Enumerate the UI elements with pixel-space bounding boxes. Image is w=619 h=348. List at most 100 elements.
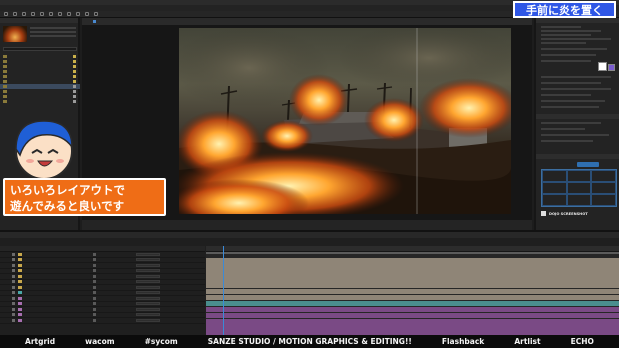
project-tab[interactable]	[0, 18, 78, 23]
work-area-bar[interactable]	[206, 252, 619, 254]
label-color-swatch[interactable]	[18, 318, 22, 322]
visibility-eye-icon[interactable]	[12, 302, 15, 306]
timeline-tracks[interactable]	[206, 246, 619, 337]
visibility-eye-icon[interactable]	[12, 252, 15, 256]
label-color-swatch[interactable]	[73, 55, 76, 58]
label-color-swatch[interactable]	[73, 70, 76, 73]
parent-select[interactable]	[136, 291, 160, 295]
layer-duration-bar[interactable]	[206, 270, 619, 276]
layer-duration-bar[interactable]	[206, 276, 619, 282]
label-color-swatch[interactable]	[18, 291, 22, 295]
fill-color-swatch[interactable]	[598, 62, 607, 71]
label-color-swatch[interactable]	[73, 65, 76, 68]
layer-duration-bar[interactable]	[206, 300, 619, 307]
switch-icon[interactable]	[93, 274, 96, 278]
visibility-eye-icon[interactable]	[12, 318, 15, 322]
label-color-swatch[interactable]	[73, 85, 76, 88]
camera-tool-icon[interactable]	[40, 12, 44, 16]
visibility-eye-icon[interactable]	[12, 285, 15, 289]
switch-icon[interactable]	[93, 280, 96, 284]
pen-tool-icon[interactable]	[67, 12, 71, 16]
puppet-tool-icon[interactable]	[94, 12, 98, 16]
label-color-swatch[interactable]	[73, 90, 76, 93]
pan-behind-tool-icon[interactable]	[49, 12, 53, 16]
switch-icon[interactable]	[93, 296, 96, 300]
playhead[interactable]	[223, 246, 224, 337]
label-color-swatch[interactable]	[73, 95, 76, 98]
label-color-swatch[interactable]	[18, 258, 22, 262]
label-color-swatch[interactable]	[18, 280, 22, 284]
visibility-eye-icon[interactable]	[12, 313, 15, 317]
layer-duration-bar[interactable]	[206, 294, 619, 301]
project-search-input[interactable]	[3, 47, 77, 51]
label-color-swatch[interactable]	[73, 100, 76, 103]
switch-icon[interactable]	[93, 269, 96, 273]
parent-select[interactable]	[136, 302, 160, 306]
label-color-swatch[interactable]	[18, 296, 22, 300]
type-tool-icon[interactable]	[76, 12, 80, 16]
layer-row[interactable]	[0, 318, 205, 324]
visibility-eye-icon[interactable]	[12, 263, 15, 267]
visibility-eye-icon[interactable]	[12, 269, 15, 273]
parent-select[interactable]	[136, 307, 160, 311]
layer-duration-bar[interactable]	[206, 325, 619, 331]
align-button[interactable]	[577, 162, 599, 167]
label-color-swatch[interactable]	[18, 263, 22, 267]
visibility-eye-icon[interactable]	[12, 274, 15, 278]
switch-icon[interactable]	[93, 291, 96, 295]
stroke-color-swatch[interactable]	[608, 64, 615, 71]
label-color-swatch[interactable]	[73, 60, 76, 63]
switch-icon[interactable]	[93, 318, 96, 322]
parent-select[interactable]	[136, 296, 160, 300]
project-item[interactable]	[0, 99, 80, 104]
layer-duration-bar[interactable]	[206, 312, 619, 319]
visibility-eye-icon[interactable]	[12, 258, 15, 262]
layer-duration-bar[interactable]	[206, 288, 619, 294]
anchor-grid[interactable]	[541, 169, 617, 207]
parent-select[interactable]	[136, 252, 160, 256]
label-color-swatch[interactable]	[18, 307, 22, 311]
parent-select[interactable]	[136, 258, 160, 262]
switch-icon[interactable]	[93, 302, 96, 306]
close-icon[interactable]	[93, 20, 96, 23]
label-color-swatch[interactable]	[18, 269, 22, 273]
selection-tool-icon[interactable]	[4, 12, 8, 16]
switch-icon[interactable]	[93, 252, 96, 256]
composition-canvas[interactable]	[179, 28, 511, 214]
zoom-tool-icon[interactable]	[22, 12, 26, 16]
layer-duration-bar[interactable]	[206, 282, 619, 288]
align-panel-header[interactable]	[536, 154, 619, 159]
parent-select[interactable]	[136, 318, 160, 322]
rotate-tool-icon[interactable]	[31, 12, 35, 16]
layer-duration-bar[interactable]	[206, 264, 619, 270]
label-color-swatch[interactable]	[18, 302, 22, 306]
label-color-swatch[interactable]	[73, 75, 76, 78]
label-color-swatch[interactable]	[18, 285, 22, 289]
switch-icon[interactable]	[93, 258, 96, 262]
switch-icon[interactable]	[93, 285, 96, 289]
label-color-swatch[interactable]	[73, 80, 76, 83]
visibility-eye-icon[interactable]	[12, 296, 15, 300]
layer-duration-bar[interactable]	[206, 319, 619, 325]
brush-tool-icon[interactable]	[85, 12, 89, 16]
parent-select[interactable]	[136, 263, 160, 267]
switch-icon[interactable]	[93, 307, 96, 311]
visibility-eye-icon[interactable]	[12, 280, 15, 284]
effects-panel-header[interactable]	[536, 114, 619, 119]
parent-select[interactable]	[136, 269, 160, 273]
shape-tool-icon[interactable]	[58, 12, 62, 16]
parent-select[interactable]	[136, 285, 160, 289]
parent-select[interactable]	[136, 313, 160, 317]
layer-duration-bar[interactable]	[206, 306, 619, 313]
label-color-swatch[interactable]	[18, 313, 22, 317]
label-color-swatch[interactable]	[18, 252, 22, 256]
layer-duration-bar[interactable]	[206, 258, 619, 264]
hand-tool-icon[interactable]	[13, 12, 17, 16]
parent-select[interactable]	[136, 274, 160, 278]
visibility-eye-icon[interactable]	[12, 291, 15, 295]
switch-icon[interactable]	[93, 313, 96, 317]
parent-select[interactable]	[136, 280, 160, 284]
dojo-screenshot-plugin[interactable]: DOJO SCREENSHOT	[541, 210, 619, 217]
properties-panel-header[interactable]	[536, 18, 619, 23]
label-color-swatch[interactable]	[18, 274, 22, 278]
